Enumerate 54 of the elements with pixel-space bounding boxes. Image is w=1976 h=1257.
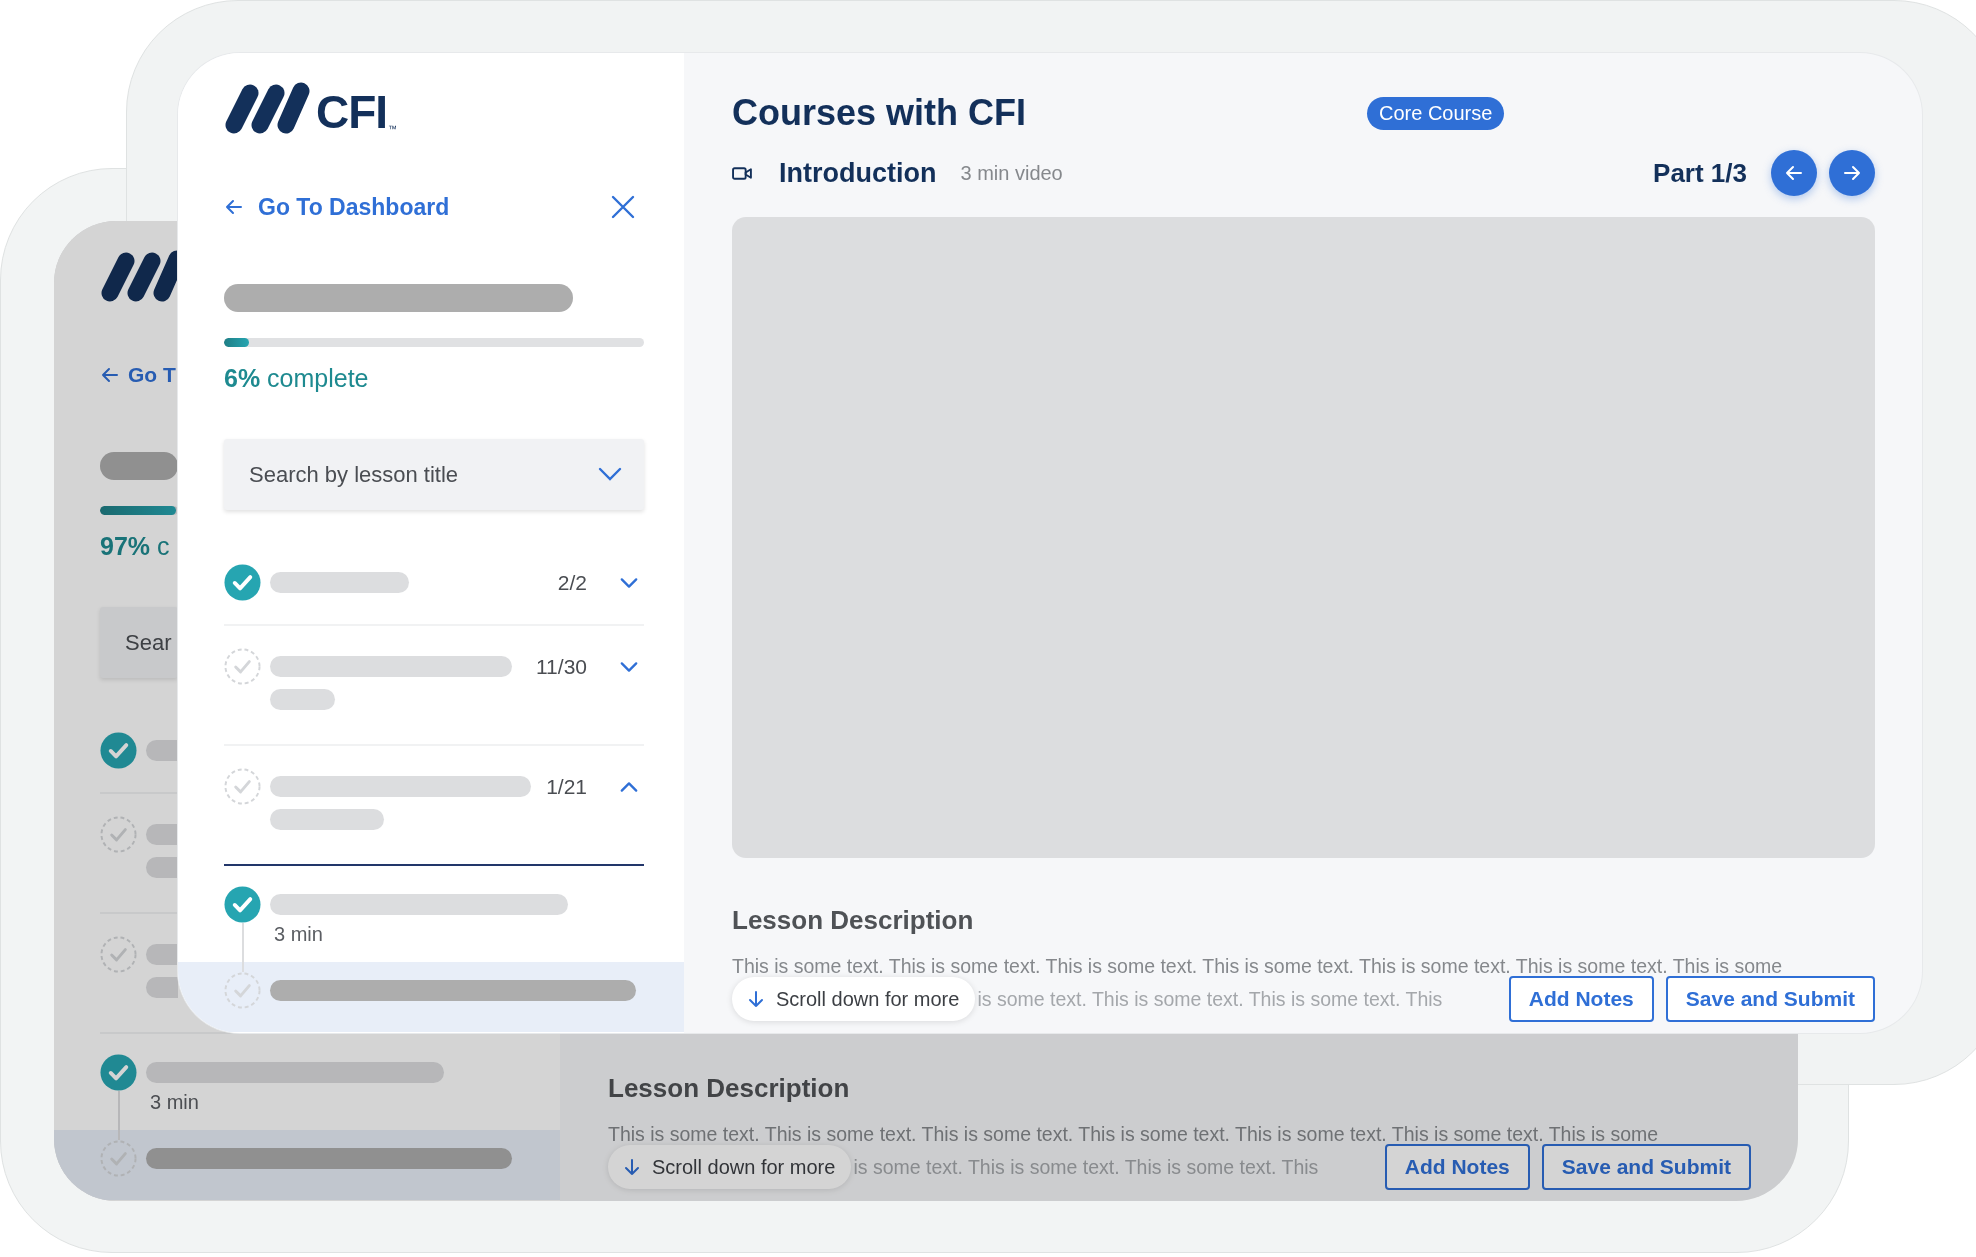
- next-button[interactable]: [1829, 150, 1875, 196]
- action-button[interactable]: Save and Submit: [1665, 976, 1875, 1022]
- logo-icon: [224, 81, 310, 135]
- arrow-left-icon: [1784, 163, 1804, 183]
- trademark-mark: ™: [388, 123, 398, 135]
- lesson-search-field[interactable]: Sear: [100, 607, 178, 678]
- lesson-count: 11/30: [536, 654, 587, 680]
- logo-text: CFI: [316, 89, 388, 135]
- lesson-count: 1/21: [546, 774, 587, 800]
- arrow-left-icon: [224, 197, 244, 217]
- chevron-up-icon[interactable]: [620, 781, 638, 793]
- chevron-down-icon[interactable]: [620, 577, 638, 589]
- dashboard-link[interactable]: Go T: [100, 363, 176, 387]
- close-icon: [610, 194, 636, 220]
- logo-icon: [100, 249, 178, 303]
- previous-button[interactable]: [1771, 150, 1817, 196]
- chevron-down-icon[interactable]: [620, 661, 638, 673]
- progress-label: 6% complete: [224, 363, 370, 393]
- arrow-left-icon: [100, 365, 120, 385]
- video-camera-icon: [732, 165, 753, 181]
- course-title: Courses with CFI: [732, 92, 1028, 134]
- action-button[interactable]: Add Notes: [1508, 976, 1654, 1022]
- description-text: This is some text. This is some text. This is some text. This is some text. This is some text. This is some text. This is some: [608, 1122, 1660, 1146]
- scroll-hint: Scroll down for more: [608, 1145, 852, 1189]
- lesson-duration: 3 min: [150, 1091, 200, 1114]
- arrow-right-icon: [1842, 163, 1862, 183]
- lesson-search-field[interactable]: Search by lesson title: [224, 439, 644, 510]
- lesson-title: Introduction: [779, 157, 937, 189]
- description-text: is some text. This is some text. This is some text. This: [853, 1155, 1320, 1179]
- close-button[interactable]: [610, 194, 636, 220]
- section-heading: Lesson Description: [608, 1072, 851, 1104]
- lesson-duration: 3 min: [274, 923, 324, 946]
- lesson-meta: 3 min video: [960, 161, 1064, 185]
- scroll-hint: Scroll down for more: [732, 977, 976, 1021]
- section-heading: Lesson Description: [732, 904, 975, 936]
- progress-label: 97% c: [100, 531, 171, 561]
- arrow-down-icon: [622, 1157, 642, 1177]
- lesson-count: 2/2: [557, 570, 587, 596]
- action-button[interactable]: Add Notes: [1384, 1144, 1530, 1190]
- module-subtitle-placeholder: [270, 689, 335, 710]
- module-row[interactable]: 11/30: [224, 648, 644, 710]
- description-text: is some text. This is some text. This is some text. This: [977, 987, 1444, 1011]
- part-indicator: Part 1/3: [1653, 157, 1747, 189]
- module-row[interactable]: 2/2: [224, 564, 644, 601]
- action-button[interactable]: Save and Submit: [1541, 1144, 1751, 1190]
- lesson-row[interactable]: 3 min: [100, 1034, 520, 1130]
- course-type-badge: Core Course: [1367, 96, 1505, 130]
- dashboard-link[interactable]: Go To Dashboard: [224, 193, 450, 221]
- lesson-row[interactable]: 3 min: [224, 866, 644, 962]
- description-text: This is some text. This is some text. This is some text. This is some text. This is some text. This is some text. This is some: [732, 954, 1784, 978]
- lesson-row[interactable]: [54, 1130, 560, 1200]
- module-row[interactable]: 1/21: [224, 768, 644, 830]
- chevron-down-icon: [598, 467, 622, 481]
- arrow-down-icon: [746, 989, 766, 1009]
